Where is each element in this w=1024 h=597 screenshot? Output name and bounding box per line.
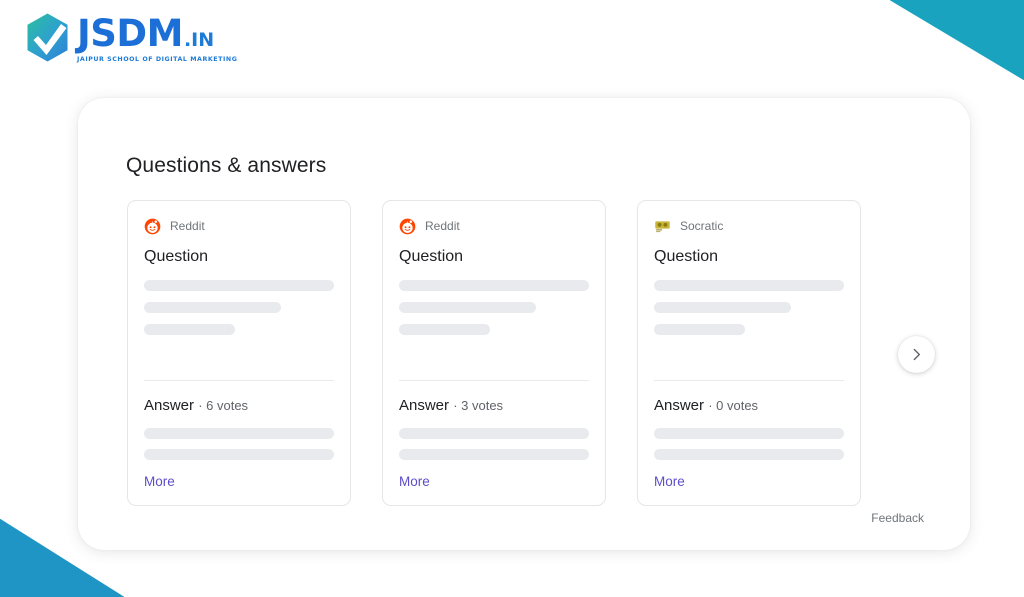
- skeleton-line: [144, 449, 334, 460]
- answer-skeleton-group: [144, 428, 334, 470]
- answer-skeleton-group: [399, 428, 589, 470]
- brand-name: JSDM: [77, 12, 183, 55]
- card-source-name: Socratic: [680, 219, 724, 233]
- card-source-row: Reddit: [399, 216, 589, 236]
- card-source-row: Socratic: [654, 216, 844, 236]
- answer-row: Answer · 0 votes: [654, 397, 844, 414]
- skeleton-line: [144, 324, 236, 335]
- more-link[interactable]: More: [654, 474, 685, 489]
- more-link[interactable]: More: [144, 474, 175, 489]
- skeleton-line: [399, 449, 589, 460]
- question-skeleton-group: [144, 280, 334, 346]
- skeleton-line: [654, 449, 844, 460]
- reddit-icon: [144, 218, 161, 234]
- reddit-icon: [399, 218, 416, 234]
- answer-label: Answer: [144, 397, 195, 414]
- qa-card[interactable]: Socratic Question Answer · 0 votes More: [637, 200, 861, 506]
- chevron-right-icon: [913, 348, 920, 361]
- qa-panel: Questions & answers Reddit Question Answ…: [78, 98, 970, 550]
- answer-row: Answer · 3 votes: [399, 397, 589, 414]
- page-title: Questions & answers: [126, 154, 327, 177]
- answer-label: Answer: [654, 397, 705, 414]
- card-source-row: Reddit: [144, 216, 334, 236]
- skeleton-line: [399, 302, 536, 313]
- question-skeleton-group: [654, 280, 844, 346]
- question-skeleton-group: [399, 280, 589, 346]
- brand-tagline: JAIPUR SCHOOL OF DIGITAL MARKETING: [77, 56, 238, 63]
- card-divider: [144, 380, 334, 381]
- qa-card[interactable]: Reddit Question Answer · 6 votes More: [127, 200, 351, 506]
- card-divider: [654, 380, 844, 381]
- answer-label: Answer: [399, 397, 450, 414]
- answer-votes: · 0 votes: [708, 398, 759, 413]
- more-link[interactable]: More: [399, 474, 430, 489]
- qa-carousel: Reddit Question Answer · 6 votes More Re…: [127, 200, 927, 506]
- brand-logo: JSDM .IN JAIPUR SCHOOL OF DIGITAL MARKET…: [25, 11, 237, 65]
- jsdm-hexagon-logo-icon: [27, 13, 68, 62]
- question-label: Question: [399, 248, 464, 265]
- answer-votes: · 6 votes: [198, 398, 249, 413]
- skeleton-line: [654, 302, 791, 313]
- card-source-name: Reddit: [425, 219, 460, 233]
- skeleton-line: [654, 428, 844, 439]
- answer-votes: · 3 votes: [453, 398, 504, 413]
- skeleton-line: [144, 280, 334, 291]
- skeleton-line: [399, 280, 589, 291]
- card-divider: [399, 380, 589, 381]
- answer-skeleton-group: [654, 428, 844, 470]
- qa-card[interactable]: Reddit Question Answer · 3 votes More: [382, 200, 606, 506]
- skeleton-line: [144, 302, 281, 313]
- skeleton-line: [654, 324, 746, 335]
- feedback-link[interactable]: Feedback: [871, 511, 924, 525]
- card-source-name: Reddit: [170, 219, 205, 233]
- brand-wordmark: JSDM .IN JAIPUR SCHOOL OF DIGITAL MARKET…: [77, 13, 237, 63]
- top-right-corner-decoration: [890, 0, 1024, 80]
- socratic-icon: [655, 220, 670, 232]
- brand-tld: .IN: [183, 29, 215, 51]
- skeleton-line: [399, 324, 491, 335]
- answer-row: Answer · 6 votes: [144, 397, 334, 414]
- question-label: Question: [144, 248, 209, 265]
- skeleton-line: [654, 280, 844, 291]
- skeleton-line: [399, 428, 589, 439]
- question-label: Question: [654, 248, 719, 265]
- carousel-next-button[interactable]: [898, 336, 935, 373]
- skeleton-line: [144, 428, 334, 439]
